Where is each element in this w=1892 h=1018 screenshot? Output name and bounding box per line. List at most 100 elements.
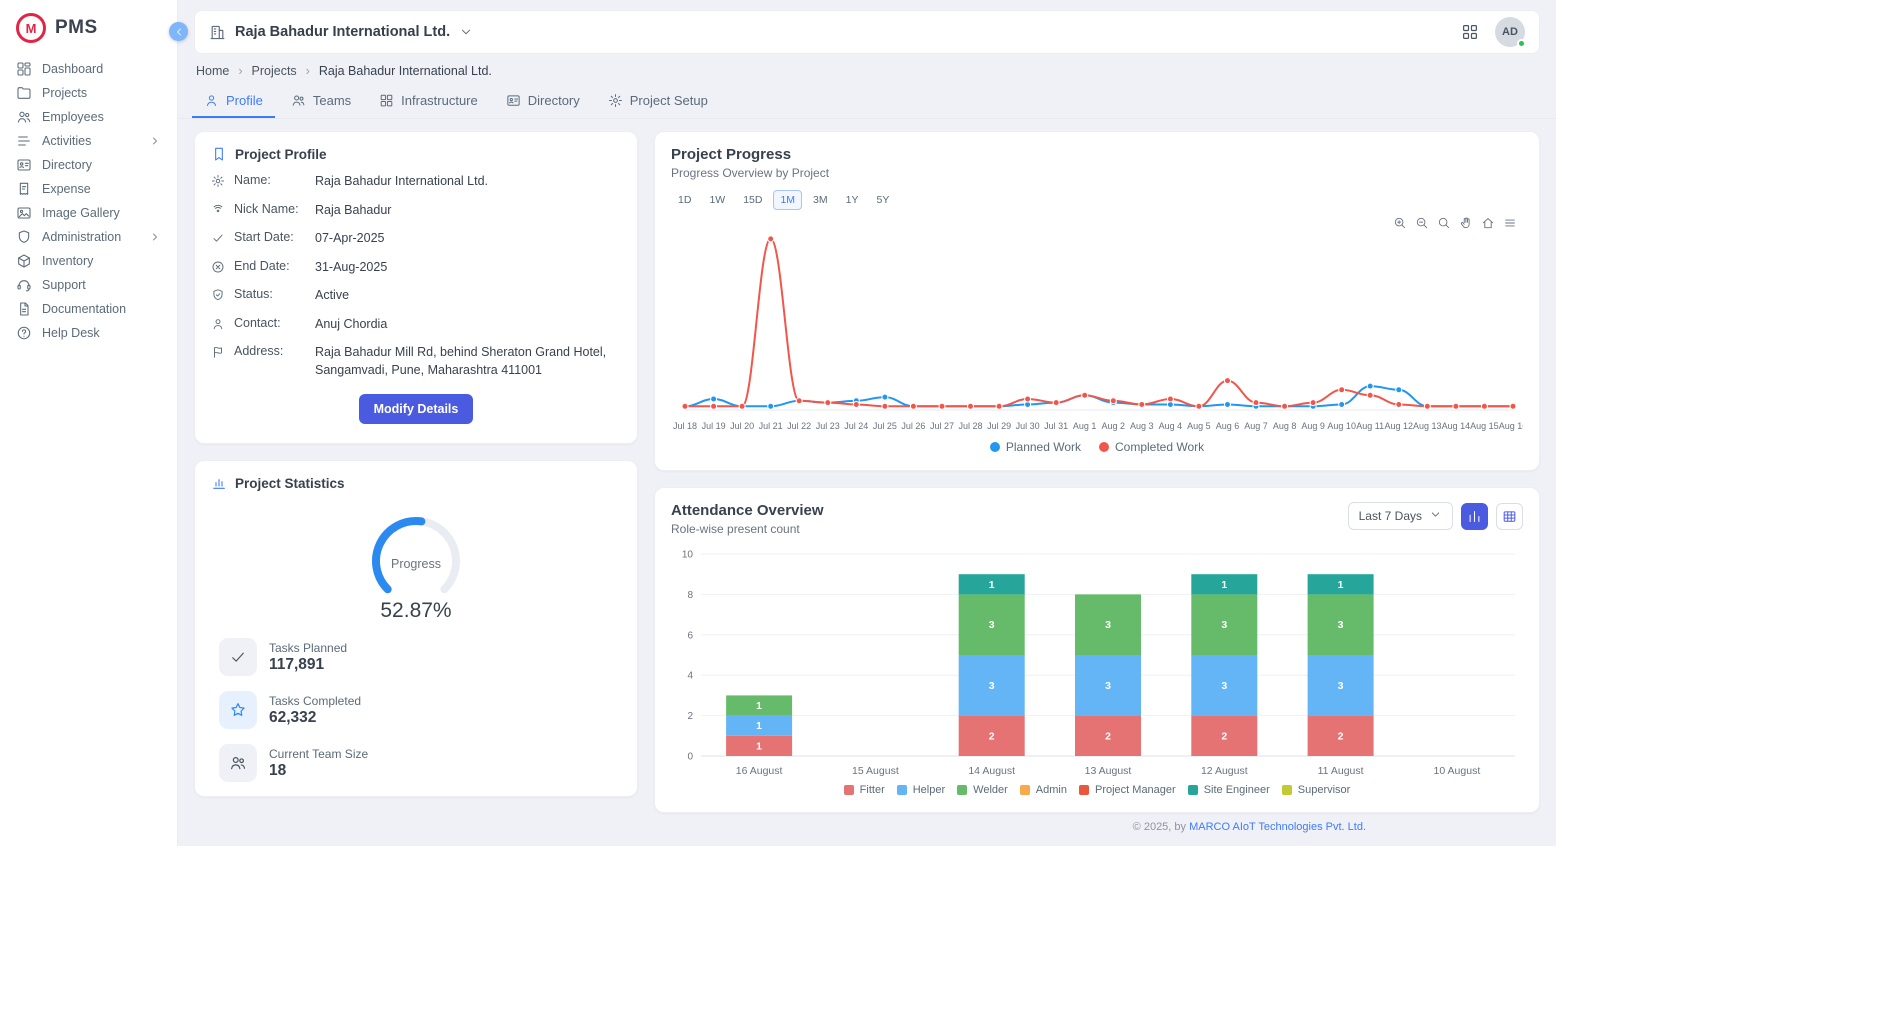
svg-text:Jul 18: Jul 18	[673, 421, 697, 431]
table-view-icon	[1502, 509, 1517, 524]
chart-menu-button[interactable]	[1503, 216, 1517, 230]
stat-label: Tasks Planned	[269, 641, 347, 655]
svg-text:3: 3	[989, 619, 995, 631]
reset-zoom-button[interactable]	[1481, 216, 1495, 230]
sidebar-item-image-gallery[interactable]: Image Gallery	[8, 201, 169, 225]
crosscircle-icon	[211, 260, 225, 274]
chart-menu-icon	[1503, 216, 1517, 230]
sidebar-item-dashboard[interactable]: Dashboard	[8, 57, 169, 81]
svg-text:Aug 16: Aug 16	[1499, 421, 1523, 431]
project-statistics-card: Project Statistics Progress 52.87% Tasks…	[194, 460, 638, 797]
range-3m-button[interactable]: 3M	[806, 190, 835, 210]
project-progress-title: Project Progress	[671, 146, 1523, 163]
bar-view-icon	[1467, 509, 1482, 524]
legend-item-supervisor[interactable]: Supervisor	[1282, 784, 1351, 796]
sidebar-item-administration[interactable]: Administration	[8, 225, 169, 249]
footer-link[interactable]: MARCO AIoT Technologies Pvt. Ltd.	[1189, 821, 1366, 833]
sidebar-collapse-button[interactable]	[169, 22, 188, 41]
legend-item-fitter[interactable]: Fitter	[844, 784, 885, 796]
sidebar-item-employees[interactable]: Employees	[8, 105, 169, 129]
check-icon	[229, 648, 247, 666]
pan-button[interactable]	[1459, 216, 1473, 230]
svg-text:Aug 3: Aug 3	[1130, 421, 1154, 431]
star-icon	[229, 701, 247, 719]
svg-text:10 August: 10 August	[1434, 765, 1481, 777]
sidebar-item-directory[interactable]: Directory	[8, 153, 169, 177]
tab-teams[interactable]: Teams	[279, 84, 363, 118]
legend-label: Admin	[1036, 784, 1067, 796]
tab-label: Profile	[226, 93, 263, 108]
zoom-out-button[interactable]	[1415, 216, 1429, 230]
legend-item-admin[interactable]: Admin	[1020, 784, 1067, 796]
bookmark-icon	[211, 146, 227, 162]
modify-details-button[interactable]: Modify Details	[359, 394, 474, 424]
profile-icon	[211, 317, 225, 331]
tab-infrastructure[interactable]: Infrastructure	[367, 84, 490, 118]
topbar-right: AD	[1461, 17, 1525, 47]
sidebar-item-support[interactable]: Support	[8, 273, 169, 297]
project-progress-subtitle: Progress Overview by Project	[671, 166, 1523, 180]
project-profile-title: Project Profile	[235, 147, 327, 162]
sidebar-item-label: Administration	[42, 230, 139, 244]
legend-item-project-manager[interactable]: Project Manager	[1079, 784, 1176, 796]
legend-label: Planned Work	[1006, 440, 1081, 454]
date-filter-select[interactable]: Last 7 Days	[1348, 502, 1453, 530]
svg-text:1: 1	[1338, 579, 1344, 591]
legend-item-helper[interactable]: Helper	[897, 784, 945, 796]
zoom-in-button[interactable]	[1393, 216, 1407, 230]
content: Project Profile Name:Raja Bahadur Intern…	[178, 119, 1556, 813]
legend-item-planned-work[interactable]: Planned Work	[990, 440, 1081, 454]
range-1d-button[interactable]: 1D	[671, 190, 698, 210]
progress-gauge: Progress	[351, 509, 481, 597]
svg-text:Jul 28: Jul 28	[958, 421, 982, 431]
breadcrumb-separator: ›	[306, 64, 310, 78]
brand[interactable]: M PMS	[0, 0, 177, 53]
sidebar-item-activities[interactable]: Activities	[8, 129, 169, 153]
range-1y-button[interactable]: 1Y	[839, 190, 866, 210]
svg-text:2: 2	[687, 711, 693, 722]
stat-item-tasks-completed: Tasks Completed62,332	[219, 691, 613, 729]
selection-zoom-button[interactable]	[1437, 216, 1451, 230]
field-value: Raja Bahadur Mill Rd, behind Sheraton Gr…	[315, 344, 621, 379]
range-15d-button[interactable]: 15D	[736, 190, 769, 210]
sidebar-item-help-desk[interactable]: Help Desk	[8, 321, 169, 345]
attendance-subtitle: Role-wise present count	[671, 522, 824, 536]
legend-item-welder[interactable]: Welder	[957, 784, 1008, 796]
sidebar-item-label: Help Desk	[42, 326, 161, 340]
range-5y-button[interactable]: 5Y	[869, 190, 896, 210]
field-value: Raja Bahadur	[315, 202, 621, 220]
range-1m-button[interactable]: 1M	[773, 190, 802, 210]
attendance-chart: 024681011116 August15 August233114 Augus…	[671, 544, 1523, 782]
tab-project-setup[interactable]: Project Setup	[596, 84, 720, 118]
breadcrumb-item-raja-bahadur-international-ltd-: Raja Bahadur International Ltd.	[319, 64, 492, 78]
company-selector[interactable]: Raja Bahadur International Ltd.	[209, 24, 473, 41]
svg-text:Jul 31: Jul 31	[1044, 421, 1068, 431]
wifi-icon	[211, 203, 225, 217]
table-view-button[interactable]	[1496, 503, 1523, 530]
bar-view-button[interactable]	[1461, 503, 1488, 530]
legend-item-completed-work[interactable]: Completed Work	[1099, 440, 1204, 454]
range-1w-button[interactable]: 1W	[702, 190, 732, 210]
field-label: Status:	[234, 287, 306, 301]
right-column: Project Progress Progress Overview by Pr…	[654, 131, 1540, 813]
svg-text:Aug 15: Aug 15	[1470, 421, 1499, 431]
bookmark-icon-wrap	[211, 146, 227, 162]
sidebar-item-inventory[interactable]: Inventory	[8, 249, 169, 273]
check-icon	[211, 231, 225, 245]
tab-profile[interactable]: Profile	[192, 84, 275, 118]
sidebar-item-expense[interactable]: Expense	[8, 177, 169, 201]
sidebar-item-label: Support	[42, 278, 161, 292]
svg-text:1: 1	[989, 579, 995, 591]
selection-zoom-icon	[1437, 216, 1451, 230]
svg-text:12 August: 12 August	[1201, 765, 1248, 777]
breadcrumb-item-home[interactable]: Home	[196, 64, 229, 78]
breadcrumb-item-projects[interactable]: Projects	[252, 64, 297, 78]
legend-item-site-engineer[interactable]: Site Engineer	[1188, 784, 1270, 796]
sidebar-item-projects[interactable]: Projects	[8, 81, 169, 105]
tab-directory[interactable]: Directory	[494, 84, 592, 118]
sidebar-item-documentation[interactable]: Documentation	[8, 297, 169, 321]
avatar[interactable]: AD	[1495, 17, 1525, 47]
svg-text:1: 1	[756, 720, 762, 732]
apps-grid-button[interactable]	[1461, 23, 1479, 41]
attendance-controls: Last 7 Days	[1348, 502, 1523, 530]
